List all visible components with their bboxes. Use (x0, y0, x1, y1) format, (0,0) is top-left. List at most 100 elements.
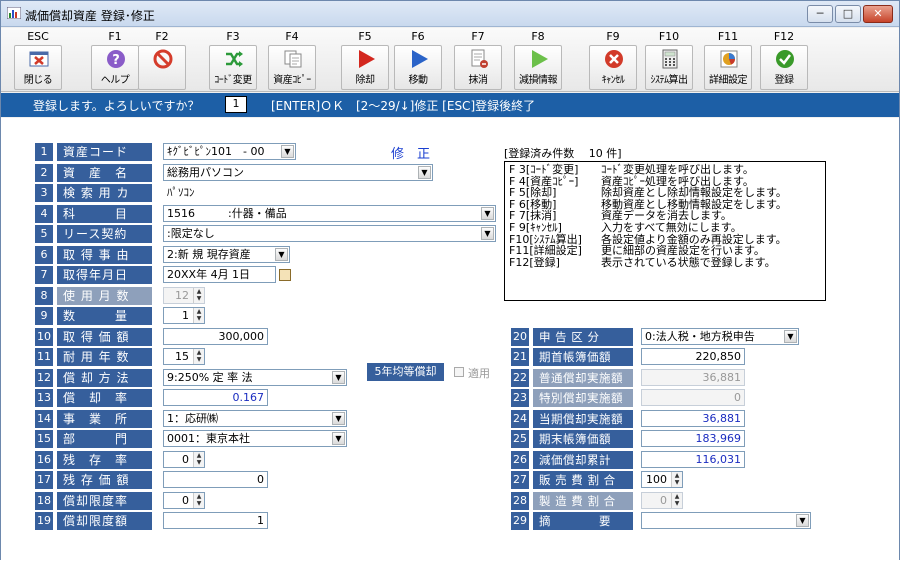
chevron-down-icon[interactable]: ▼ (784, 330, 797, 343)
field-number: 16 (35, 451, 53, 469)
field-18-value[interactable]: 0 ▲ ▼ (163, 492, 205, 509)
field-number: 29 (511, 512, 529, 530)
fkey-f8[interactable]: F8 減損情報 (513, 31, 563, 90)
field-11-value[interactable]: 15 ▲ ▼ (163, 348, 205, 365)
minimize-button[interactable]: ─ (807, 5, 833, 23)
spinner-icon[interactable]: ▲ ▼ (193, 349, 204, 364)
fkey-esc[interactable]: ESC 閉じる (13, 31, 63, 90)
five-year-button[interactable]: 5年均等償却 (367, 363, 444, 381)
help-key: F11[詳細設定] (509, 244, 582, 258)
field-17-value[interactable]: 0 (163, 471, 268, 488)
field-label: 申 告 区 分 (533, 328, 633, 346)
field-4-value[interactable]: 1516 :什器・備品 ▼ (163, 205, 496, 222)
fkey-f3[interactable]: F3 ｺｰﾄﾞ変更 (208, 31, 258, 90)
spinner-icon[interactable]: ▲ ▼ (671, 493, 682, 508)
fkey-button[interactable]: 除却 (341, 45, 389, 90)
fkey-caption: ESC (27, 30, 49, 43)
spinner-icon[interactable]: ▲ ▼ (671, 472, 682, 487)
field-8-value[interactable]: 12 ▲ ▼ (163, 287, 205, 304)
field-10-value[interactable]: 300,000 (163, 328, 268, 345)
field-24-value[interactable]: 36,881 (641, 410, 745, 427)
fkey-f2[interactable]: F2 (137, 31, 187, 90)
field-28-value[interactable]: 0 ▲ ▼ (641, 492, 683, 509)
fkey-caption: F3 (226, 30, 240, 43)
spinner-icon[interactable]: ▲ ▼ (193, 288, 204, 303)
field-16-value[interactable]: 0 ▲ ▼ (163, 451, 205, 468)
chevron-down-icon[interactable]: ▼ (796, 514, 809, 527)
fkey-f10[interactable]: F10 ｼｽﾃﾑ算出 (644, 31, 694, 90)
field-12-value[interactable]: 9:250% 定 率 法 ▼ (163, 369, 347, 386)
field-2-value[interactable]: 総務用パソコン ▼ (163, 164, 433, 181)
field-25-value[interactable]: 183,969 (641, 430, 745, 447)
field-23-value[interactable]: 0 (641, 389, 745, 406)
fkey-button[interactable]: 資産ｺﾋﾟｰ (268, 45, 316, 90)
fkey-button[interactable]: ｺｰﾄﾞ変更 (209, 45, 257, 90)
fkey-button[interactable] (138, 45, 186, 90)
arrow-right-green-icon (529, 49, 549, 69)
spinner-icon[interactable]: ▲ ▼ (193, 308, 204, 323)
chevron-down-icon[interactable]: ▼ (481, 207, 494, 220)
chevron-down-icon[interactable]: ▼ (332, 412, 345, 425)
field-27-value[interactable]: 100 ▲ ▼ (641, 471, 683, 488)
field-label: 償 却 方 法 (57, 369, 152, 387)
fkey-button[interactable]: ｷｬﾝｾﾙ (589, 45, 637, 90)
fkey-button[interactable]: 減損情報 (514, 45, 562, 90)
fkey-f11[interactable]: F11 詳細設定 (703, 31, 753, 90)
fkey-f5[interactable]: F5 除却 (340, 31, 390, 90)
field-value-text: 1：応研㈱ (167, 412, 218, 425)
fkey-f6[interactable]: F6 移動 (393, 31, 443, 90)
field-29-value[interactable]: ▼ (641, 512, 811, 529)
field-value-text: 0001：東京本社 (167, 432, 250, 445)
fkey-f1[interactable]: F1 ? ヘルプ (90, 31, 140, 90)
field-22-value[interactable]: 36,881 (641, 369, 745, 386)
shuffle-icon (224, 49, 244, 69)
field-label: 摘 要 (533, 512, 633, 530)
chevron-down-icon[interactable]: ▼ (281, 145, 294, 158)
chevron-down-icon[interactable]: ▼ (332, 371, 345, 384)
field-1-value[interactable]: ｷｸﾞﾋﾞﾋﾟﾝ101 - 00 ▼ (163, 143, 296, 160)
field-14-value[interactable]: 1：応研㈱ ▼ (163, 410, 347, 427)
fkey-button[interactable]: 抹消 (454, 45, 502, 90)
fkey-button[interactable]: ｼｽﾃﾑ算出 (645, 45, 693, 90)
fkey-f12[interactable]: F12 登録 (759, 31, 809, 90)
calendar-icon[interactable] (279, 269, 291, 281)
check-icon (775, 49, 795, 69)
fkey-f9[interactable]: F9 ｷｬﾝｾﾙ (588, 31, 638, 90)
spinner-icon[interactable]: ▲ ▼ (193, 493, 204, 508)
confirm-input[interactable]: 1 (225, 96, 247, 113)
field-label: 数 量 (57, 307, 152, 325)
chevron-down-icon[interactable]: ▼ (332, 432, 345, 445)
fkey-label: ｼｽﾃﾑ算出 (650, 75, 689, 86)
apply-checkbox[interactable] (454, 367, 464, 377)
chevron-down-icon[interactable]: ▼ (275, 248, 288, 261)
field-6-value[interactable]: 2:新 規 現存資産 ▼ (163, 246, 290, 263)
fkey-caption: F2 (155, 30, 169, 43)
field-label: 償却限度額 (57, 512, 152, 530)
fkey-f4[interactable]: F4 資産ｺﾋﾟｰ (267, 31, 317, 90)
field-21-value[interactable]: 220,850 (641, 348, 745, 365)
field-20-value[interactable]: 0:法人税・地方税申告 ▼ (641, 328, 799, 345)
chevron-down-icon[interactable]: ▼ (481, 227, 494, 240)
field-26-value[interactable]: 116,031 (641, 451, 745, 468)
field-5-value[interactable]: :限定なし ▼ (163, 225, 496, 242)
fkey-button[interactable]: 登録 (760, 45, 808, 90)
maximize-button[interactable]: □ (835, 5, 861, 23)
svg-text:?: ? (112, 53, 120, 68)
field-3-value[interactable]: ﾊﾟｿｺﾝ (163, 184, 243, 201)
field-9-value[interactable]: 1 ▲ ▼ (163, 307, 205, 324)
field-7-value[interactable]: 20XX年 4月 1日 (163, 266, 276, 283)
field-number: 17 (35, 471, 53, 489)
calculator-icon (660, 49, 680, 69)
fkey-button[interactable]: ? ヘルプ (91, 45, 139, 90)
field-15-value[interactable]: 0001：東京本社 ▼ (163, 430, 347, 447)
field-19-value[interactable]: 1 (163, 512, 268, 529)
asset-form: 修 正 5年均等償却 適用 [登録済み件数 10 件] F 3[ｺｰﾄﾞ変更] ｺ… (1, 118, 899, 561)
fkey-button[interactable]: 詳細設定 (704, 45, 752, 90)
fkey-f7[interactable]: F7 抹消 (453, 31, 503, 90)
chevron-down-icon[interactable]: ▼ (418, 166, 431, 179)
close-button[interactable]: ✕ (863, 5, 893, 23)
field-13-value[interactable]: 0.167 (163, 389, 268, 406)
spinner-icon[interactable]: ▲ ▼ (193, 452, 204, 467)
fkey-button[interactable]: 移動 (394, 45, 442, 90)
fkey-button[interactable]: 閉じる (14, 45, 62, 90)
